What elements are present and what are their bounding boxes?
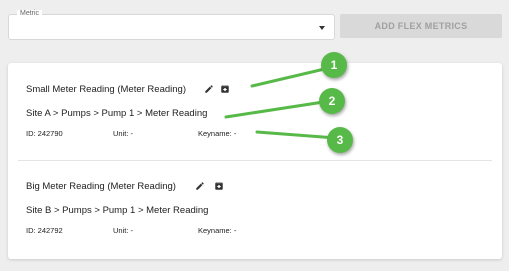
callout-badge: 2 [319, 88, 345, 114]
callout-lines [224, 65, 338, 140]
callout-badge: 1 [321, 52, 347, 78]
callout-badge: 3 [327, 127, 353, 153]
